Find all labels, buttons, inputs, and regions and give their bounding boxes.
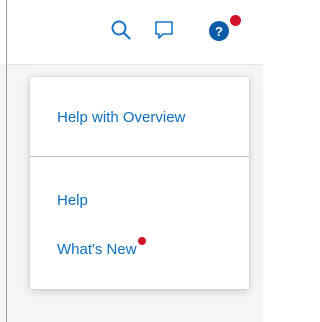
menu-item-label: Help with Overview: [57, 108, 186, 126]
panel-edge: [0, 0, 7, 64]
app-frame: ? Help with Overview Help What's New: [0, 0, 263, 322]
feedback-icon: [155, 21, 173, 39]
whats-new-notification-dot: [137, 236, 146, 245]
menu-divider: [30, 156, 249, 157]
help-dropdown-menu: Help with Overview Help What's New: [30, 77, 249, 289]
search-icon: [111, 20, 131, 40]
menu-item-label: What's New: [57, 240, 137, 258]
menu-item-help-with-overview[interactable]: Help with Overview: [30, 97, 249, 137]
svg-text:?: ?: [215, 24, 223, 39]
search-button[interactable]: [107, 16, 135, 44]
top-bar: ?: [0, 0, 263, 65]
help-button[interactable]: ?: [205, 16, 233, 44]
help-icon: ?: [209, 21, 229, 41]
whats-new-wrap: What's New: [57, 236, 146, 258]
content-panel-edge: [0, 64, 7, 322]
menu-item-help[interactable]: Help: [30, 180, 249, 220]
menu-item-whats-new[interactable]: What's New: [30, 229, 249, 269]
menu-item-label: Help: [57, 191, 88, 209]
feedback-button[interactable]: [150, 16, 178, 44]
help-notification-dot: [230, 15, 241, 26]
